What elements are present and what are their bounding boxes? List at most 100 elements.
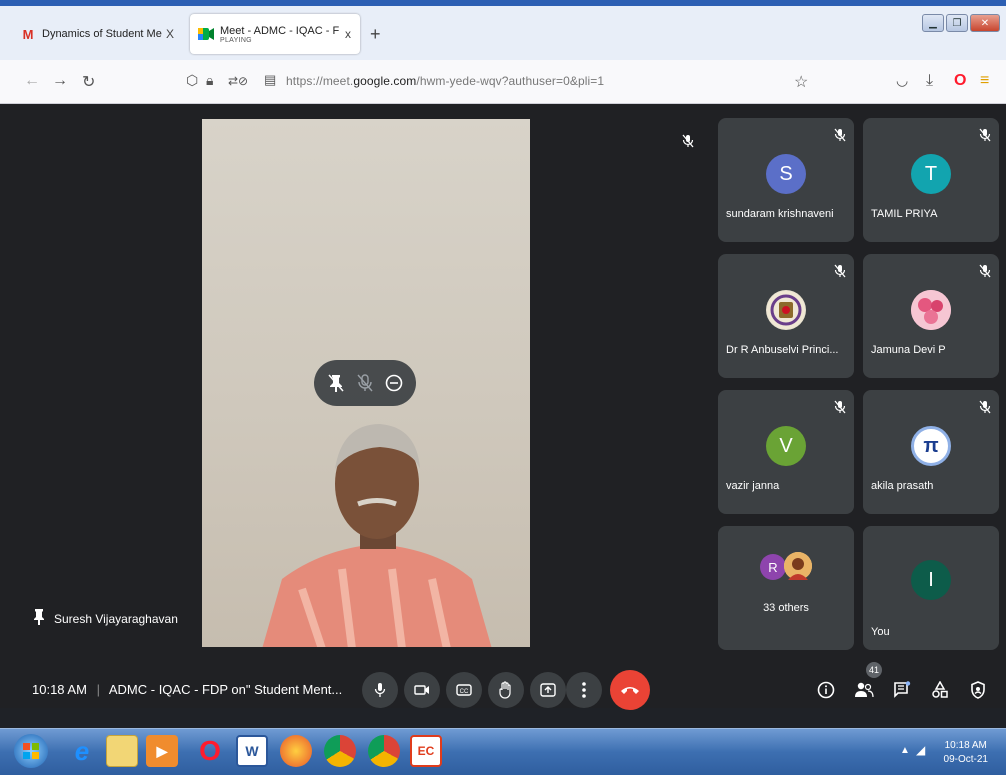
- participant-tile[interactable]: π akila prasath: [863, 390, 999, 514]
- raise-hand-button[interactable]: [488, 672, 524, 708]
- participant-tile[interactable]: Jamuna Devi P: [863, 254, 999, 378]
- reload-icon[interactable]: ↻: [82, 72, 95, 92]
- pin-icon[interactable]: [325, 372, 347, 394]
- muted-mic-icon: [834, 264, 846, 283]
- participant-tile[interactable]: T TAMIL PRIYA: [863, 118, 999, 242]
- main-speaker-label: Suresh Vijayaraghavan: [34, 609, 178, 628]
- people-icon[interactable]: [852, 678, 876, 702]
- bookmark-star-icon[interactable]: ☆: [794, 72, 808, 92]
- chrome-icon[interactable]: [324, 735, 356, 767]
- camera-button[interactable]: [404, 672, 440, 708]
- window-controls: ▁ ❐ ✕: [922, 14, 1000, 32]
- meeting-time: 10:18 AM: [32, 682, 87, 697]
- people-count-badge: 41: [866, 662, 882, 678]
- tab-title: Dynamics of Student Mentoring: [42, 28, 162, 40]
- muted-mic-icon: [682, 134, 694, 153]
- speaker-video-figure: [262, 424, 492, 647]
- url-domain: google.com: [353, 74, 417, 88]
- separator: |: [96, 682, 100, 697]
- document-app-icon[interactable]: EC: [410, 735, 442, 767]
- avatar: V: [766, 426, 806, 466]
- meeting-info: 10:18 AM | ADMC - IQAC - FDP on" Student…: [32, 682, 342, 697]
- participant-name: Dr R Anbuselvi Princi...: [726, 344, 839, 356]
- flower-photo-avatar: [911, 290, 951, 330]
- others-tile[interactable]: R 33 others: [718, 526, 854, 650]
- opera-taskbar-icon[interactable]: O: [194, 735, 226, 767]
- main-speaker-name: Suresh Vijayaraghavan: [54, 611, 178, 626]
- menu-icon[interactable]: ≡: [980, 72, 989, 90]
- tab-meet[interactable]: Meet - ADMC - IQAC - FDP on"PLAYING x: [190, 14, 360, 54]
- tab-strip: M Dynamics of Student Mentoring X Meet -…: [0, 0, 1006, 60]
- internet-explorer-icon[interactable]: e: [66, 735, 98, 767]
- participant-tile[interactable]: S sundaram krishnaveni: [718, 118, 854, 242]
- self-tile[interactable]: I You: [863, 526, 999, 650]
- captions-button[interactable]: CC: [446, 672, 482, 708]
- tray-arrow-icon[interactable]: ▲: [900, 745, 910, 756]
- network-icon[interactable]: ◢: [916, 743, 925, 757]
- tab-title: Meet - ADMC - IQAC - FDP on"PLAYING: [220, 25, 340, 44]
- firefox-icon[interactable]: [280, 735, 312, 767]
- participant-name: You: [871, 626, 890, 638]
- meeting-details-icon[interactable]: [814, 678, 838, 702]
- photo-avatar: [784, 552, 812, 580]
- permissions-icon[interactable]: ⇄⊘: [228, 74, 248, 88]
- file-explorer-icon[interactable]: [106, 735, 138, 767]
- opera-icon[interactable]: O: [954, 72, 966, 90]
- start-button-icon[interactable]: [14, 734, 48, 768]
- participant-name: vazir janna: [726, 480, 780, 492]
- word-icon[interactable]: W: [236, 735, 268, 767]
- navigation-bar: ← → ↻ ⬡ 🔒︎ ⇄⊘ ▤ https://meet.google.com/…: [0, 60, 1006, 104]
- host-controls-icon[interactable]: [966, 678, 990, 702]
- tray-date: 09-Oct-21: [943, 754, 988, 765]
- minimize-icon[interactable]: ▁: [922, 14, 944, 32]
- participant-tile[interactable]: Dr R Anbuselvi Princi...: [718, 254, 854, 378]
- reader-icon[interactable]: ▤: [264, 72, 276, 88]
- download-icon[interactable]: ⤓: [926, 72, 933, 90]
- pinned-icon: [34, 609, 44, 628]
- muted-mic-icon: [834, 400, 846, 419]
- activities-icon[interactable]: [928, 678, 952, 702]
- muted-mic-icon: [979, 128, 991, 147]
- remove-icon[interactable]: [383, 372, 405, 394]
- forward-icon[interactable]: →: [52, 72, 68, 90]
- tray-time: 10:18 AM: [944, 740, 987, 751]
- close-window-icon[interactable]: ✕: [970, 14, 1000, 32]
- tab-audio-status: PLAYING: [220, 36, 252, 44]
- end-call-button[interactable]: [610, 670, 650, 710]
- avatar: S: [766, 154, 806, 194]
- browser-window: M Dynamics of Student Mentoring X Meet -…: [0, 0, 1006, 775]
- restore-icon[interactable]: ❐: [946, 14, 968, 32]
- media-player-icon[interactable]: ▶: [146, 735, 178, 767]
- svg-text:CC: CC: [460, 689, 469, 695]
- mute-participant-icon[interactable]: [354, 372, 376, 394]
- close-tab-icon[interactable]: x: [340, 27, 356, 41]
- meeting-title: ADMC - IQAC - FDP on" Student Ment...: [108, 682, 343, 697]
- muted-mic-icon: [979, 264, 991, 283]
- tab-gmail[interactable]: M Dynamics of Student Mentoring X: [12, 14, 182, 54]
- url-prefix: https://meet.: [286, 74, 354, 88]
- meet-icon: [198, 26, 214, 42]
- tile-controls: [314, 360, 416, 406]
- more-options-button[interactable]: [566, 672, 602, 708]
- muted-mic-icon: [834, 128, 846, 147]
- system-tray: ▲ ◢ 10:18 AM 09-Oct-21: [896, 729, 1006, 775]
- pocket-icon[interactable]: ◡: [896, 72, 908, 89]
- avatar: R: [760, 554, 786, 580]
- address-bar[interactable]: https://meet.google.com/hwm-yede-wqv?aut…: [286, 74, 604, 88]
- shield-icon[interactable]: ⬡: [186, 72, 198, 89]
- chat-icon[interactable]: [890, 678, 914, 702]
- chrome-profile-icon[interactable]: [368, 735, 400, 767]
- participant-name: akila prasath: [871, 480, 934, 492]
- present-screen-button[interactable]: [530, 672, 566, 708]
- participant-name: TAMIL PRIYA: [871, 208, 938, 220]
- microphone-button[interactable]: [362, 672, 398, 708]
- meet-stage: Suresh Vijayaraghavan S sundaram krishna…: [0, 104, 1006, 704]
- lock-icon[interactable]: 🔒︎: [206, 72, 213, 89]
- back-icon[interactable]: ←: [24, 72, 40, 90]
- tray-clock[interactable]: 10:18 AM 09-Oct-21: [944, 739, 988, 767]
- close-tab-icon[interactable]: X: [162, 27, 178, 41]
- participant-tile[interactable]: V vazir janna: [718, 390, 854, 514]
- new-tab-button[interactable]: +: [370, 24, 381, 45]
- participant-name: 33 others: [763, 602, 809, 614]
- taskbar: e ▶ O W EC ▲ ◢ 10:18 AM 09-Oct-21: [0, 728, 1006, 775]
